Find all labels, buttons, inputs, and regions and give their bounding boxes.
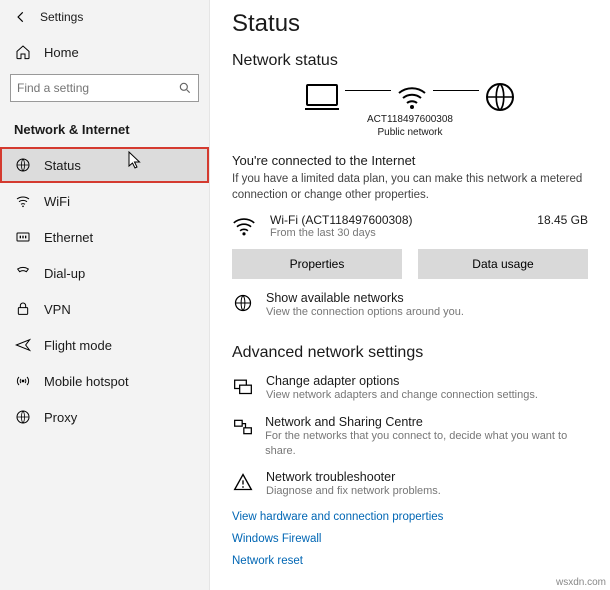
network-troubleshooter[interactable]: Network troubleshooter Diagnose and fix … xyxy=(232,470,588,499)
sidebar-item-label: Status xyxy=(44,158,81,173)
section-network-status: Network status xyxy=(232,52,588,70)
app-title: Settings xyxy=(40,10,83,24)
item-title: Change adapter options xyxy=(266,374,538,388)
sidebar-item-wifi[interactable]: WiFi xyxy=(0,183,209,219)
hotspot-icon xyxy=(14,373,32,389)
search-input[interactable] xyxy=(17,81,178,95)
dialup-icon xyxy=(14,265,32,281)
network-diagram xyxy=(232,82,588,112)
connection-row: Wi-Fi (ACT118497600308) From the last 30… xyxy=(232,213,588,239)
sidebar-item-dialup[interactable]: Dial-up xyxy=(0,255,209,291)
sidebar-item-label: WiFi xyxy=(44,194,70,209)
sidebar-item-proxy[interactable]: Proxy xyxy=(0,399,209,435)
sidebar-item-label: VPN xyxy=(44,302,71,317)
diagram-caption: ACT118497600308 Public network xyxy=(232,114,588,139)
sidebar-item-ethernet[interactable]: Ethernet xyxy=(0,219,209,255)
item-title: Network and Sharing Centre xyxy=(265,415,588,429)
item-title: Network troubleshooter xyxy=(266,470,441,484)
sidebar-item-label: Proxy xyxy=(44,410,77,425)
sidebar-item-label: Dial-up xyxy=(44,266,85,281)
home-label: Home xyxy=(44,45,79,60)
main-content: Status Network status ACT118497600308 Pu… xyxy=(210,0,610,590)
wifi-icon xyxy=(232,213,260,237)
sidebar: Settings Home Network & Internet Status xyxy=(0,0,210,590)
network-type: Public network xyxy=(232,127,588,140)
network-name: ACT118497600308 xyxy=(232,114,588,127)
sidebar-item-label: Mobile hotspot xyxy=(44,374,129,389)
item-desc: For the networks that you connect to, de… xyxy=(265,429,588,459)
globe-icon xyxy=(232,291,254,313)
show-available-networks[interactable]: Show available networks View the connect… xyxy=(232,291,588,320)
wifi-icon xyxy=(397,83,427,111)
network-sharing-centre[interactable]: Network and Sharing Centre For the netwo… xyxy=(232,415,588,459)
mouse-cursor-icon xyxy=(128,151,142,169)
sidebar-item-flightmode[interactable]: Flight mode xyxy=(0,327,209,363)
search-icon xyxy=(178,81,192,95)
proxy-icon xyxy=(14,409,32,425)
sidebar-item-hotspot[interactable]: Mobile hotspot xyxy=(0,363,209,399)
connected-desc: If you have a limited data plan, you can… xyxy=(232,172,588,203)
home-icon xyxy=(14,44,32,60)
section-label: Network & Internet xyxy=(0,108,209,147)
adapter-icon xyxy=(232,374,254,396)
sharing-icon xyxy=(232,415,253,437)
connection-name: Wi-Fi (ACT118497600308) xyxy=(270,213,527,227)
properties-button[interactable]: Properties xyxy=(232,249,402,279)
link-hardware-properties[interactable]: View hardware and connection properties xyxy=(232,511,588,523)
change-adapter-options[interactable]: Change adapter options View network adap… xyxy=(232,374,588,403)
search-box[interactable] xyxy=(10,74,199,102)
sidebar-item-label: Flight mode xyxy=(44,338,112,353)
globe-icon xyxy=(14,157,32,173)
topbar: Settings xyxy=(0,4,209,36)
ethernet-icon xyxy=(14,229,32,245)
connection-sub: From the last 30 days xyxy=(270,227,527,239)
pc-icon xyxy=(305,83,339,111)
globe-icon xyxy=(485,82,515,112)
item-desc: View the connection options around you. xyxy=(266,305,464,320)
data-usage-value: 18.45 GB xyxy=(537,213,588,227)
advanced-heading: Advanced network settings xyxy=(232,344,588,362)
back-button[interactable] xyxy=(12,8,30,26)
item-desc: View network adapters and change connect… xyxy=(266,388,538,403)
page-title: Status xyxy=(232,10,588,38)
watermark: wsxdn.com xyxy=(556,577,606,588)
warning-icon xyxy=(232,470,254,492)
link-network-reset[interactable]: Network reset xyxy=(232,555,588,567)
sidebar-item-vpn[interactable]: VPN xyxy=(0,291,209,327)
item-title: Show available networks xyxy=(266,291,464,305)
sidebar-item-label: Ethernet xyxy=(44,230,93,245)
airplane-icon xyxy=(14,337,32,353)
sidebar-item-status[interactable]: Status xyxy=(0,147,209,183)
wifi-icon xyxy=(14,193,32,209)
home-nav[interactable]: Home xyxy=(0,36,209,68)
connected-title: You're connected to the Internet xyxy=(232,153,588,168)
link-windows-firewall[interactable]: Windows Firewall xyxy=(232,533,588,545)
data-usage-button[interactable]: Data usage xyxy=(418,249,588,279)
item-desc: Diagnose and fix network problems. xyxy=(266,484,441,499)
vpn-icon xyxy=(14,301,32,317)
